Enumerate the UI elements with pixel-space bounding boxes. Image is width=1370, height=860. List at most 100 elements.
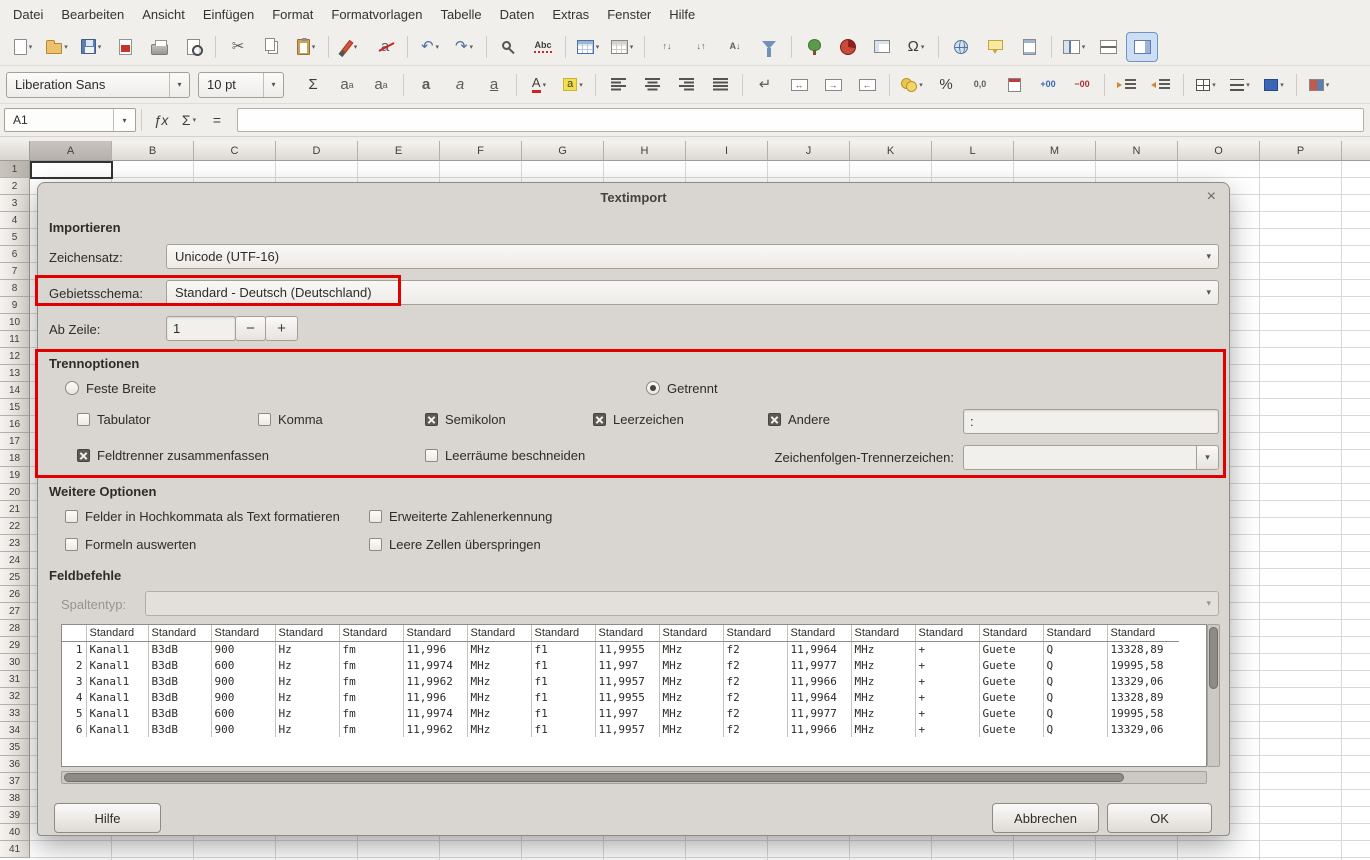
sort-descending-icon[interactable]: ↓↑	[686, 33, 716, 61]
row-header-16[interactable]: 16	[0, 416, 30, 433]
border-style-icon[interactable]: ▾	[1225, 71, 1255, 99]
function-wizard-icon[interactable]: ƒx	[148, 107, 174, 133]
column-header-j[interactable]: J	[768, 141, 850, 161]
row-header-27[interactable]: 27	[0, 603, 30, 620]
italic-icon[interactable]: a	[445, 71, 475, 99]
menu-bearbeiten[interactable]: Bearbeiten	[52, 3, 133, 26]
clear-formatting-icon[interactable]: a	[370, 33, 400, 61]
formeln-auswerten-checkbox[interactable]: Formeln auswerten	[65, 536, 196, 552]
help-button[interactable]: Hilfe	[54, 803, 161, 833]
preview-horizontal-scrollbar[interactable]	[61, 771, 1207, 784]
zeichensatz-combobox[interactable]: Unicode (UTF-16)	[166, 244, 1219, 269]
erweiterte-zahlenerkennung-checkbox[interactable]: Erweiterte Zahlenerkennung	[369, 508, 552, 524]
row-header-1[interactable]: 1	[0, 161, 30, 178]
row-header-37[interactable]: 37	[0, 773, 30, 790]
komma-checkbox[interactable]: Komma	[258, 411, 323, 427]
preview-column-header[interactable]: Standard	[979, 625, 1043, 641]
chevron-down-icon[interactable]	[263, 73, 283, 97]
feldtrenner-zusammenfassen-checkbox[interactable]: Feldtrenner zusammenfassen	[77, 447, 269, 463]
row-header-7[interactable]: 7	[0, 263, 30, 280]
conditional-formatting-icon[interactable]: ▾	[1304, 71, 1334, 99]
row-header-21[interactable]: 21	[0, 501, 30, 518]
clone-formatting-icon[interactable]: ▾	[336, 33, 366, 61]
column-header-p[interactable]: P	[1260, 141, 1342, 161]
row-header-26[interactable]: 26	[0, 586, 30, 603]
name-box[interactable]: A1	[4, 108, 136, 132]
insert-hyperlink-icon[interactable]	[946, 33, 976, 61]
menu-daten[interactable]: Daten	[491, 3, 544, 26]
row-header-11[interactable]: 11	[0, 331, 30, 348]
column-header-h[interactable]: H	[604, 141, 686, 161]
column-header-i[interactable]: I	[686, 141, 768, 161]
chevron-down-icon[interactable]	[169, 73, 189, 97]
sort-icon[interactable]: A↓	[720, 33, 750, 61]
preview-column-header[interactable]: Standard	[467, 625, 531, 641]
row-header-24[interactable]: 24	[0, 552, 30, 569]
print-preview-icon[interactable]	[178, 33, 208, 61]
row-header-35[interactable]: 35	[0, 739, 30, 756]
row-header-40[interactable]: 40	[0, 824, 30, 841]
row-header-3[interactable]: 3	[0, 195, 30, 212]
menu-datei[interactable]: Datei	[4, 3, 52, 26]
preview-column-header[interactable]: Standard	[851, 625, 915, 641]
preview-column-header[interactable]: Standard	[211, 625, 275, 641]
redo-icon[interactable]: ↷▾	[449, 33, 479, 61]
row-header-17[interactable]: 17	[0, 433, 30, 450]
justified-icon[interactable]	[705, 71, 735, 99]
menu-fenster[interactable]: Fenster	[598, 3, 660, 26]
preview-column-header[interactable]: Standard	[531, 625, 595, 641]
borders-icon[interactable]: ▾	[1191, 71, 1221, 99]
gebietsschema-combobox[interactable]: Standard - Deutsch (Deutschland)	[166, 280, 1219, 305]
paste-icon[interactable]: ▾	[291, 33, 321, 61]
row-header-41[interactable]: 41	[0, 841, 30, 858]
row-header-36[interactable]: 36	[0, 756, 30, 773]
subscript-icon[interactable]: aa	[366, 71, 396, 99]
wrap-text-icon[interactable]: ↵	[750, 71, 780, 99]
insert-comment-icon[interactable]	[980, 33, 1010, 61]
sum-icon[interactable]: Σ	[298, 71, 328, 99]
special-character-icon[interactable]: Ω▾	[901, 33, 931, 61]
highlighting-color-icon[interactable]: a▾	[558, 71, 588, 99]
select-sum-icon[interactable]: Σ▾	[176, 107, 202, 133]
row-header-18[interactable]: 18	[0, 450, 30, 467]
row-header-31[interactable]: 31	[0, 671, 30, 688]
increase-indent-icon[interactable]	[1112, 71, 1142, 99]
column-header-a[interactable]: A	[30, 141, 112, 161]
number-format-icon[interactable]: 0,0	[965, 71, 995, 99]
preview-column-header[interactable]: Standard	[339, 625, 403, 641]
add-decimal-icon[interactable]: +00	[1033, 71, 1063, 99]
ab-zeile-decrement-button[interactable]: −	[235, 316, 266, 341]
row-header-33[interactable]: 33	[0, 705, 30, 722]
print-icon[interactable]	[144, 33, 174, 61]
row-header-34[interactable]: 34	[0, 722, 30, 739]
zeichenfolgen-trennerzeichen-combobox[interactable]	[963, 445, 1219, 470]
row-header-5[interactable]: 5	[0, 229, 30, 246]
row-header-28[interactable]: 28	[0, 620, 30, 637]
autofilter-icon[interactable]	[754, 33, 784, 61]
merge-center-cells-icon[interactable]	[784, 71, 814, 99]
chevron-down-icon[interactable]	[113, 109, 135, 131]
unmerge-cells-icon[interactable]	[852, 71, 882, 99]
row-header-19[interactable]: 19	[0, 467, 30, 484]
row-header-30[interactable]: 30	[0, 654, 30, 671]
row-header-20[interactable]: 20	[0, 484, 30, 501]
open-icon[interactable]: ▾	[42, 33, 72, 61]
chevron-down-icon[interactable]	[1196, 446, 1218, 469]
formula-input[interactable]	[237, 108, 1364, 132]
leere-zellen-ueberspringen-checkbox[interactable]: Leere Zellen überspringen	[369, 536, 541, 552]
spaltentyp-combobox[interactable]	[145, 591, 1219, 616]
row-header-10[interactable]: 10	[0, 314, 30, 331]
andere-trennzeichen-input[interactable]: :	[963, 409, 1219, 434]
row-header-23[interactable]: 23	[0, 535, 30, 552]
semikolon-checkbox[interactable]: Semikolon	[425, 411, 506, 427]
font-size-combobox[interactable]: 10 pt	[198, 72, 284, 98]
preview-column-header[interactable]: Standard	[275, 625, 339, 641]
leerraeume-beschneiden-checkbox[interactable]: Leerräume beschneiden	[425, 447, 585, 463]
getrennt-radio[interactable]: Getrennt	[646, 380, 718, 396]
cut-icon[interactable]: ✂	[223, 33, 253, 61]
row-header-8[interactable]: 8	[0, 280, 30, 297]
column-header-b[interactable]: B	[112, 141, 194, 161]
row-header-6[interactable]: 6	[0, 246, 30, 263]
currency-format-icon[interactable]: ▾	[897, 71, 927, 99]
ab-zeile-input[interactable]: 1	[166, 316, 236, 341]
